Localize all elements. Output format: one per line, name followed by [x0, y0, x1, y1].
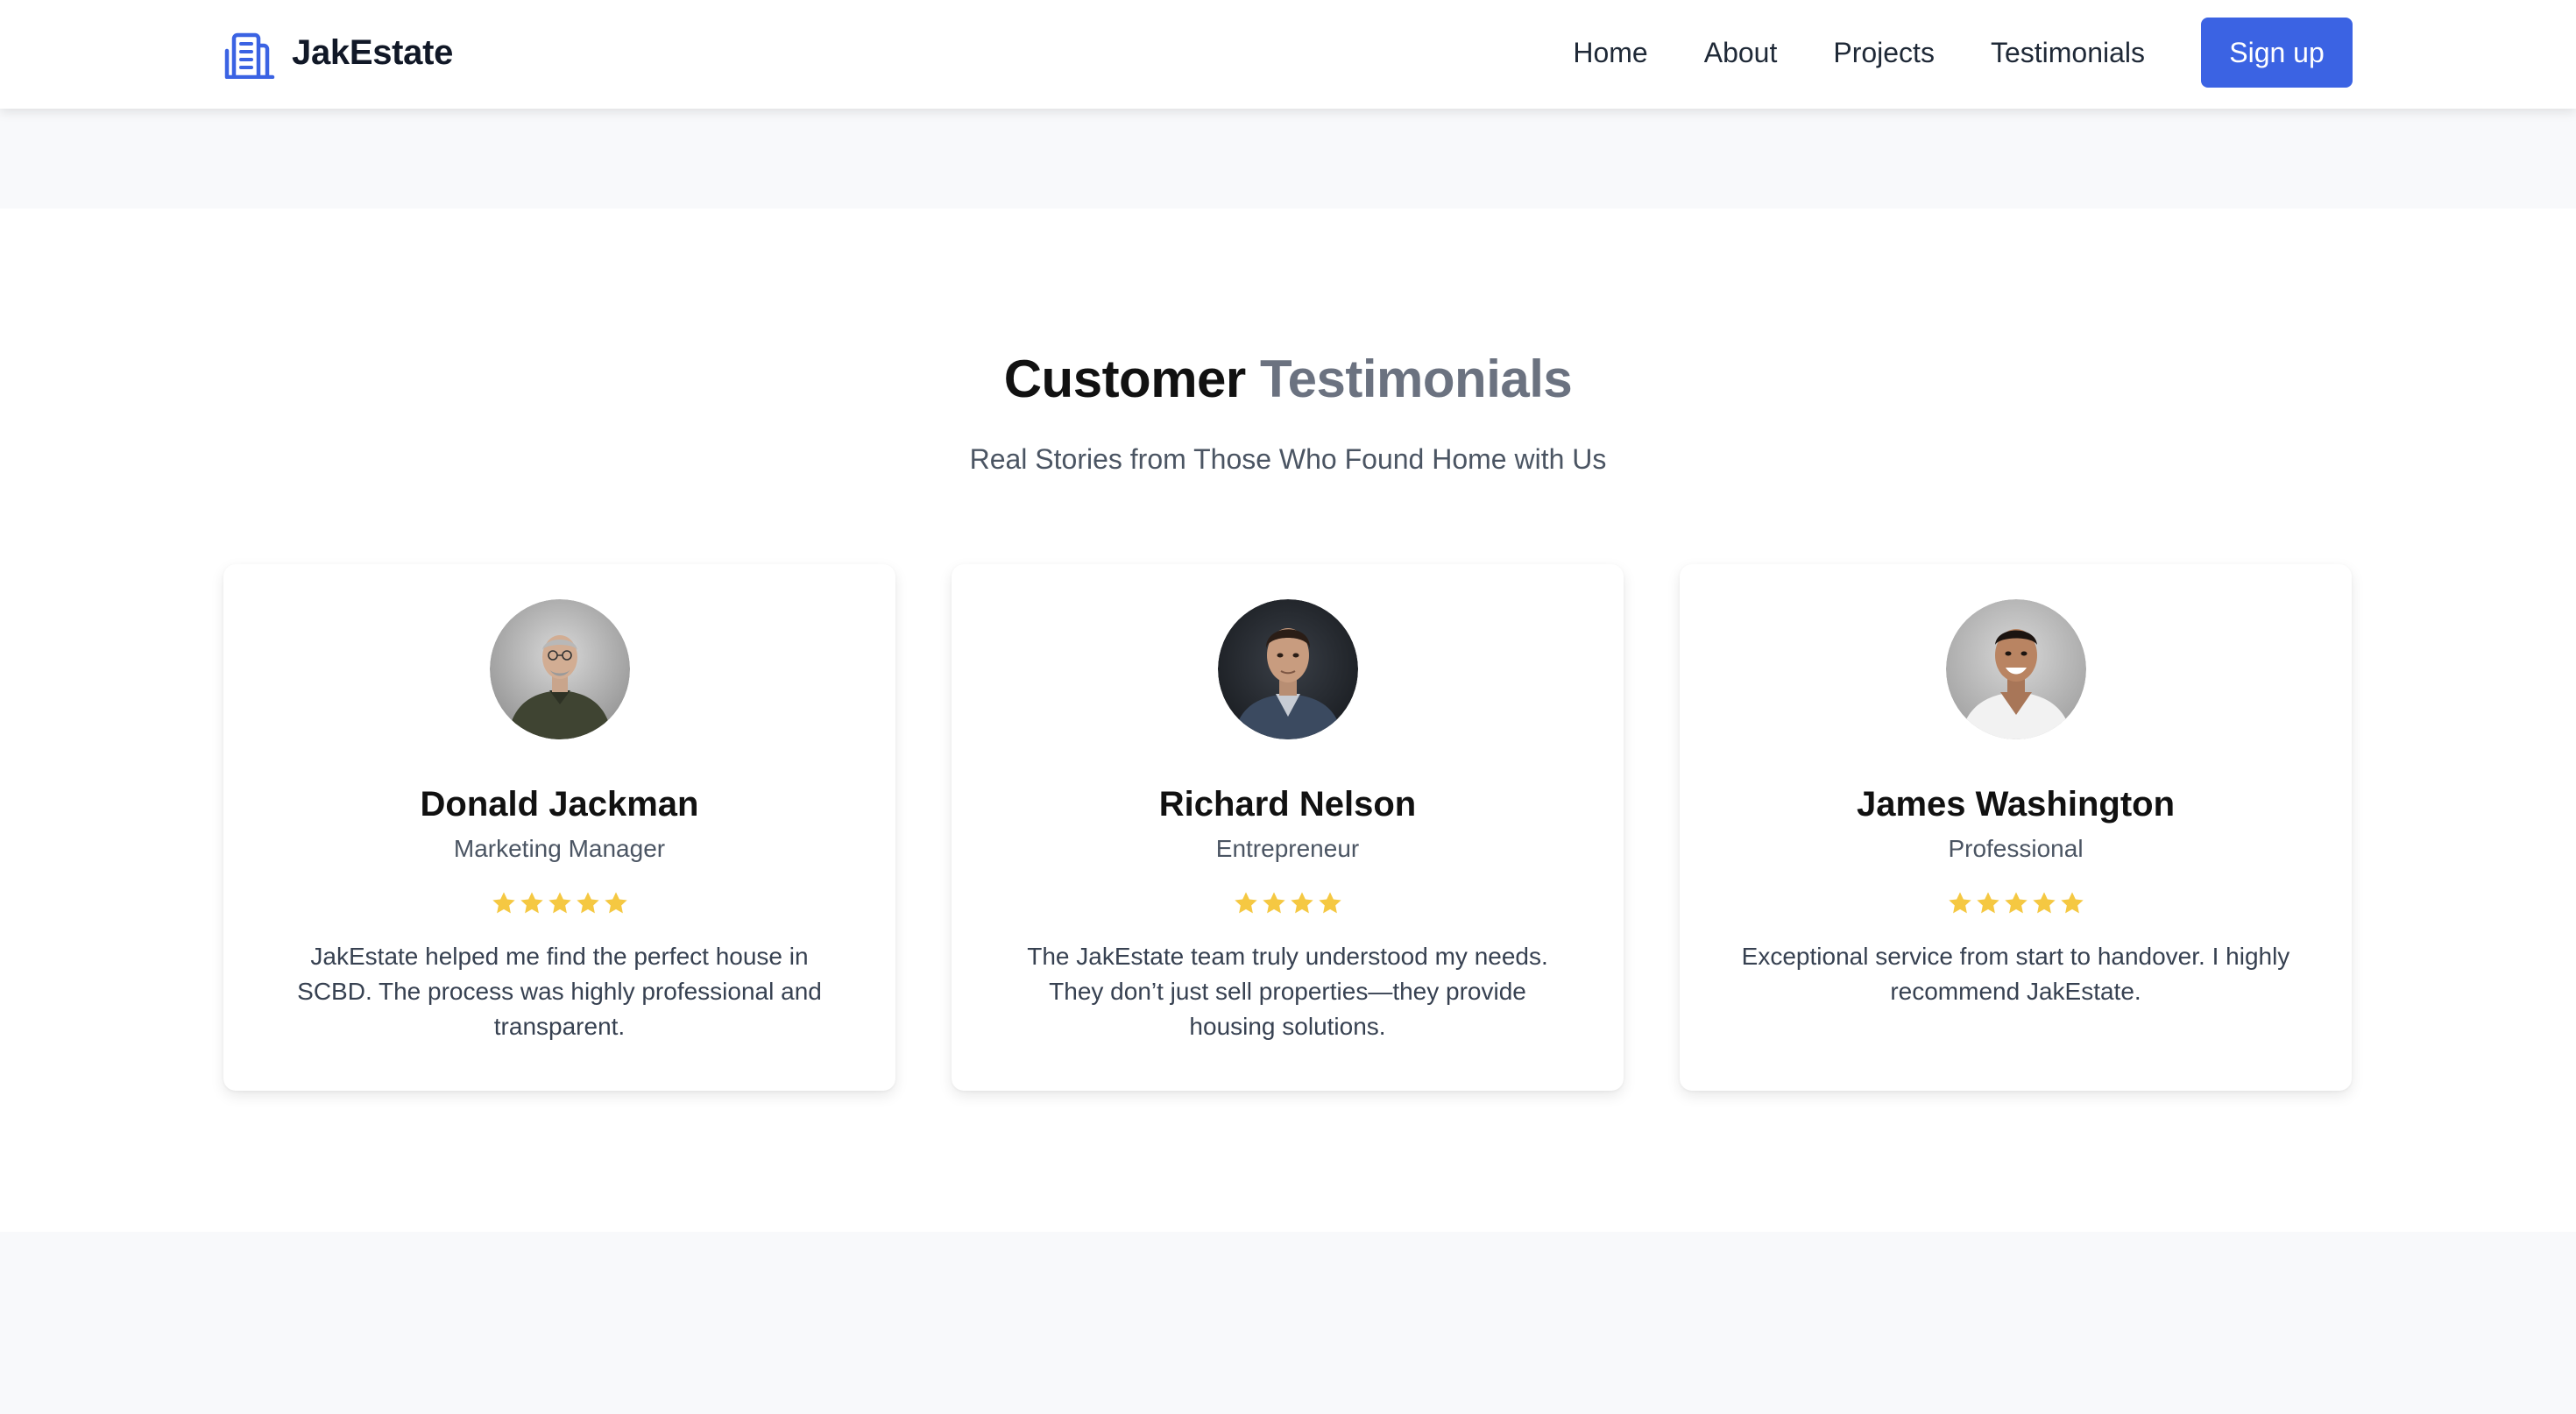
title-accent: Testimonials	[1259, 350, 1573, 408]
testimonial-quote: Exceptional service from start to handov…	[1741, 943, 2290, 1005]
main-nav: Home About Projects Testimonials Sign up	[1573, 18, 2353, 88]
next-section-band	[0, 1232, 2576, 1414]
star-icon	[576, 892, 599, 914]
star-icon	[2032, 892, 2056, 914]
avatar	[1945, 599, 2086, 739]
customer-name: Richard Nelson	[1158, 785, 1417, 824]
customer-role: Professional	[1948, 835, 2084, 862]
testimonial-cards: Donald Jackman Marketing Manager JakEsta…	[223, 564, 2353, 1091]
brand-name: JakEstate	[292, 32, 454, 72]
star-icon	[548, 892, 571, 914]
star-icon	[1234, 892, 1257, 914]
brand-logo-link[interactable]: JakEstate	[223, 26, 453, 79]
navbar: JakEstate Home About Projects Testimonia…	[0, 0, 2576, 109]
star-icon	[604, 892, 627, 914]
customer-role: Entrepreneur	[1215, 835, 1360, 862]
testimonial-card: Richard Nelson Entrepreneur The JakEstat…	[952, 564, 1624, 1091]
avatar	[489, 599, 630, 739]
star-icon	[2004, 892, 2028, 914]
star-rating	[223, 889, 895, 917]
star-rating	[1680, 889, 2352, 917]
section-subtitle: Real Stories from Those Who Found Home w…	[969, 443, 1607, 475]
star-icon	[1290, 892, 1313, 914]
building-icon	[224, 32, 275, 79]
nav-link-projects[interactable]: Projects	[1833, 37, 1935, 69]
star-icon	[492, 892, 515, 914]
customer-name: James Washington	[1856, 785, 2176, 824]
star-icon	[1262, 892, 1285, 914]
star-rating	[952, 889, 1624, 917]
testimonial-quote: JakEstate helped me find the perfect hou…	[297, 943, 822, 1040]
nav-link-about[interactable]: About	[1704, 37, 1778, 69]
section-title: Customer Testimonials	[0, 349, 2576, 409]
avatar	[1217, 599, 1358, 739]
testimonial-quote: The JakEstate team truly understood my n…	[1027, 943, 1548, 1040]
testimonial-card: Donald Jackman Marketing Manager JakEsta…	[223, 564, 895, 1091]
nav-link-home[interactable]: Home	[1573, 37, 1647, 69]
star-icon	[520, 892, 543, 914]
star-icon	[2060, 892, 2084, 914]
signup-button[interactable]: Sign up	[2201, 18, 2353, 88]
testimonials-section: Customer Testimonials Real Stories from …	[0, 209, 2576, 1232]
customer-name: Donald Jackman	[420, 785, 699, 824]
testimonial-card: James Washington Professional Exceptiona…	[1680, 564, 2352, 1091]
star-icon	[1948, 892, 1971, 914]
nav-link-testimonials[interactable]: Testimonials	[1991, 37, 2145, 69]
title-main: Customer	[1003, 350, 1247, 408]
star-icon	[1318, 892, 1341, 914]
customer-role: Marketing Manager	[453, 835, 666, 862]
star-icon	[1976, 892, 1999, 914]
